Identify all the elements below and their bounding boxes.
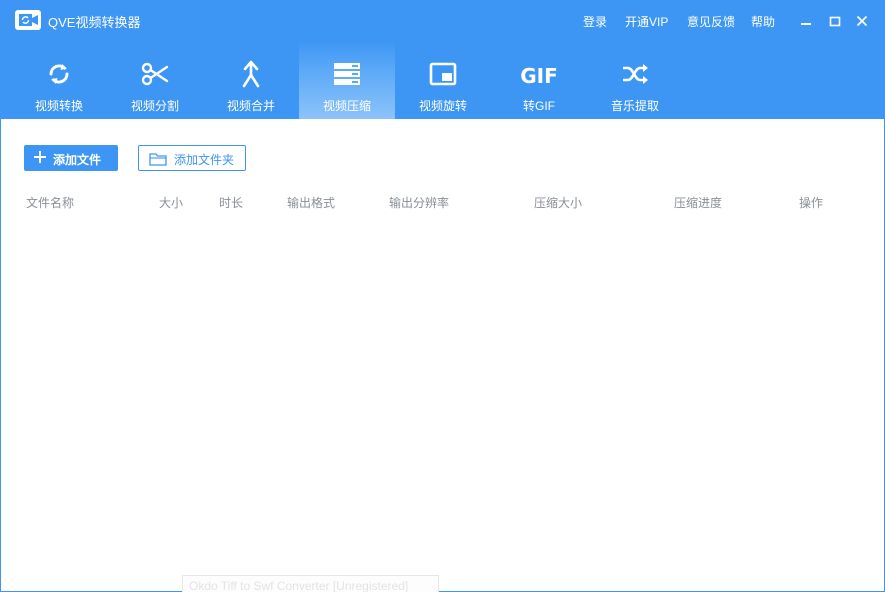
tool-music-extract[interactable]: 音乐提取: [587, 41, 683, 119]
add-folder-label: 添加文件夹: [174, 153, 235, 167]
tool-video-merge[interactable]: 视频合并: [203, 41, 299, 119]
ghost-tooltip: Okdo Tiff to Swf Converter [Unregistered…: [182, 575, 439, 592]
column-header-duration[interactable]: 时长: [219, 194, 243, 211]
help-link[interactable]: 帮助: [751, 13, 775, 30]
column-header-actions[interactable]: 操作: [799, 194, 823, 211]
file-list-area: [1, 216, 884, 574]
tool-video-split[interactable]: 视频分割: [107, 41, 203, 119]
shuffle-icon: [620, 59, 650, 89]
tool-label: 转GIF: [523, 99, 555, 113]
login-link[interactable]: 登录: [583, 13, 607, 30]
column-header-size[interactable]: 大小: [159, 194, 183, 211]
gif-icon: GIF: [520, 64, 558, 88]
tool-label: 视频旋转: [418, 99, 467, 113]
feature-toolbar: 视频转换 视频分割 视频合并 视频压缩 视频旋转 GIF 转GIF 音乐提取: [1, 41, 884, 119]
tool-video-rotate[interactable]: 视频旋转: [395, 41, 491, 119]
title-bar: QVE视频转换器 登录 开通VIP 意见反馈 帮助: [1, 1, 884, 41]
tool-label: 音乐提取: [610, 99, 659, 113]
scissors-icon: [140, 59, 170, 89]
app-title: QVE视频转换器: [48, 15, 141, 30]
column-header-compressed-size[interactable]: 压缩大小: [534, 194, 582, 211]
tool-to-gif[interactable]: GIF 转GIF: [491, 41, 587, 119]
column-header-compress-progress[interactable]: 压缩进度: [674, 194, 722, 211]
tool-video-convert[interactable]: 视频转换: [11, 41, 107, 119]
column-header-output-format[interactable]: 输出格式: [287, 194, 335, 211]
folder-icon: [149, 153, 167, 166]
video-convert-logo-icon: [15, 10, 41, 30]
feedback-link[interactable]: 意见反馈: [687, 13, 735, 30]
app-window: QVE视频转换器 登录 开通VIP 意见反馈 帮助 视频转换 视频分割 视频合并…: [0, 0, 885, 592]
add-file-label: 添加文件: [53, 153, 102, 167]
maximize-icon[interactable]: [827, 13, 843, 29]
refresh-icon: [44, 59, 74, 89]
tool-label: 视频转换: [34, 99, 83, 113]
vip-link[interactable]: 开通VIP: [625, 13, 668, 30]
tool-label: 视频压缩: [322, 99, 371, 113]
plus-icon: [34, 151, 46, 163]
add-file-button[interactable]: 添加文件: [24, 145, 118, 171]
column-header-filename[interactable]: 文件名称: [26, 194, 74, 211]
rotate-screen-icon: [428, 59, 458, 89]
add-folder-button[interactable]: 添加文件夹: [138, 145, 246, 171]
tool-label: 视频分割: [130, 99, 179, 113]
tool-label: 视频合并: [226, 99, 275, 113]
compress-icon: [332, 59, 362, 89]
column-header-output-resolution[interactable]: 输出分辨率: [389, 194, 449, 211]
close-icon[interactable]: [854, 13, 870, 29]
merge-icon: [236, 59, 266, 89]
tool-video-compress[interactable]: 视频压缩: [299, 41, 395, 119]
minimize-icon[interactable]: [798, 13, 814, 29]
